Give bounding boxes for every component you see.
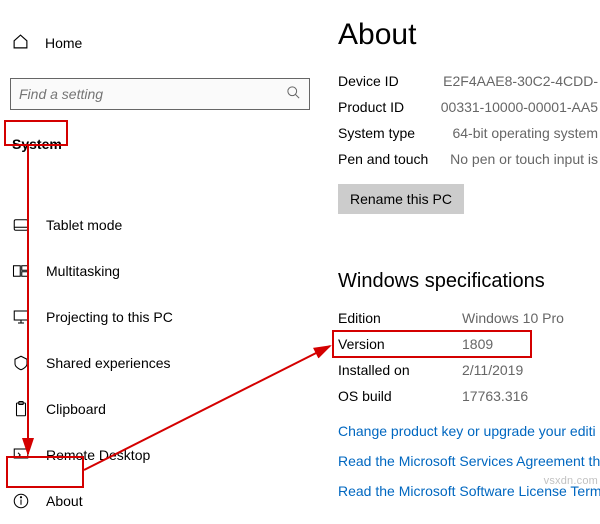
link-services-agreement[interactable]: Read the Microsoft Services Agreement th… xyxy=(338,453,598,469)
sidebar-section-system: System xyxy=(0,130,74,158)
sidebar-item-label: Tablet mode xyxy=(46,217,122,233)
row-system-type: System type 64-bit operating system xyxy=(338,120,598,146)
shared-experiences-icon xyxy=(12,354,30,372)
sidebar-item-label: Projecting to this PC xyxy=(46,309,173,325)
system-type-value: 64-bit operating system xyxy=(452,125,598,141)
edition-label: Edition xyxy=(338,310,462,326)
sidebar-item-label: Clipboard xyxy=(46,401,106,417)
device-id-label: Device ID xyxy=(338,73,443,89)
product-id-label: Product ID xyxy=(338,99,441,115)
page-title: About xyxy=(338,18,598,52)
info-icon xyxy=(12,492,30,510)
installed-on-value: 2/11/2019 xyxy=(462,362,523,378)
sidebar-item-label: Shared experiences xyxy=(46,355,171,371)
pen-touch-value: No pen or touch input is xyxy=(450,151,598,167)
sidebar-item-tablet-mode[interactable]: Tablet mode xyxy=(0,202,320,248)
row-installed-on: Installed on 2/11/2019 xyxy=(338,357,598,383)
system-type-label: System type xyxy=(338,125,452,141)
row-pen-touch: Pen and touch No pen or touch input is xyxy=(338,146,598,172)
sidebar-item-remote-desktop[interactable]: Remote Desktop xyxy=(0,432,320,478)
sidebar-item-about[interactable]: About xyxy=(0,478,320,524)
sidebar-item-multitasking[interactable]: Multitasking xyxy=(0,248,320,294)
home-icon xyxy=(12,33,29,53)
multitasking-icon xyxy=(12,262,30,280)
row-device-id: Device ID E2F4AAE8-30C2-4CDD- xyxy=(338,68,598,94)
edition-value: Windows 10 Pro xyxy=(462,310,564,326)
row-product-id: Product ID 00331-10000-00001-AA5 xyxy=(338,94,598,120)
sidebar-item-shared-experiences[interactable]: Shared experiences xyxy=(0,340,320,386)
watermark: vsxdn.com xyxy=(544,475,598,487)
row-version: Version 1809 xyxy=(338,331,598,357)
remote-desktop-icon xyxy=(12,446,30,464)
sidebar-item-projecting[interactable]: Projecting to this PC xyxy=(0,294,320,340)
product-id-value: 00331-10000-00001-AA5 xyxy=(441,99,598,115)
search-input[interactable] xyxy=(10,78,310,110)
tablet-icon xyxy=(12,216,30,234)
nav-home[interactable]: Home xyxy=(0,26,320,60)
clipboard-icon xyxy=(12,400,30,418)
windows-specs-heading: Windows specifications xyxy=(338,270,598,293)
search-icon xyxy=(286,85,301,103)
content-pane: About Device ID E2F4AAE8-30C2-4CDD- Prod… xyxy=(338,0,598,523)
version-value: 1809 xyxy=(462,336,493,352)
os-build-value: 17763.316 xyxy=(462,388,528,404)
sidebar-nav-list: Tablet mode Multitasking Projecting to t… xyxy=(0,202,320,524)
rename-pc-button[interactable]: Rename this PC xyxy=(338,184,464,214)
sidebar-item-label: About xyxy=(46,493,83,509)
sidebar-item-label: Multitasking xyxy=(46,263,120,279)
version-label: Version xyxy=(338,336,462,352)
pen-touch-label: Pen and touch xyxy=(338,151,450,167)
sidebar-item-label: Remote Desktop xyxy=(46,447,150,463)
row-edition: Edition Windows 10 Pro xyxy=(338,305,598,331)
row-os-build: OS build 17763.316 xyxy=(338,383,598,409)
link-change-product-key[interactable]: Change product key or upgrade your editi xyxy=(338,423,598,439)
search-field[interactable] xyxy=(19,86,286,102)
device-id-value: E2F4AAE8-30C2-4CDD- xyxy=(443,73,598,89)
os-build-label: OS build xyxy=(338,388,462,404)
installed-on-label: Installed on xyxy=(338,362,462,378)
nav-home-label: Home xyxy=(45,35,82,51)
sidebar-item-clipboard[interactable]: Clipboard xyxy=(0,386,320,432)
projecting-icon xyxy=(12,308,30,326)
sidebar: Home System Tablet mode Multitasking Pro… xyxy=(0,0,320,523)
